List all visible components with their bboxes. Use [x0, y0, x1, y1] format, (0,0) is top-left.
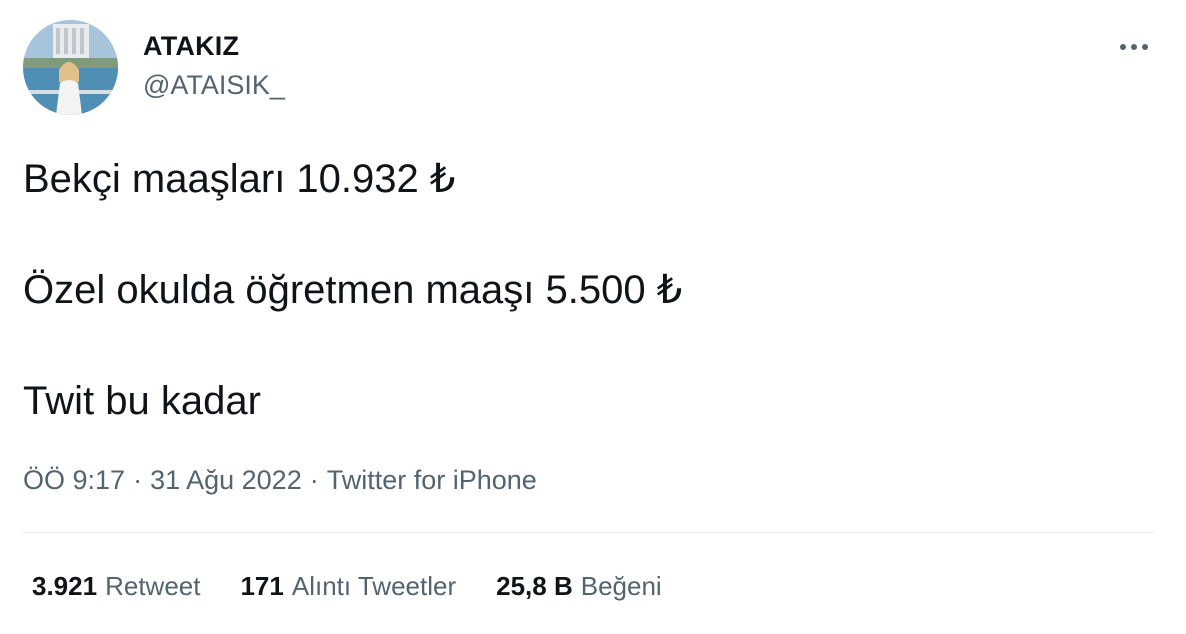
quotes-stat[interactable]: 171 Alıntı Tweetler [240, 571, 456, 602]
tweet-source-link[interactable]: Twitter for iPhone [327, 465, 537, 495]
likes-count: 25,8 B [496, 571, 573, 601]
tweet-text-line: Özel okulda öğretmen maaşı 5.500 ₺ [23, 268, 683, 312]
retweets-label: Retweet [105, 571, 201, 601]
more-options-button[interactable] [1114, 30, 1154, 64]
display-name[interactable]: ATAKIZ [143, 31, 239, 62]
retweets-count: 3.921 [32, 571, 98, 601]
divider [23, 532, 1154, 533]
tweet-stats: 3.921 Retweet 171 Alıntı Tweetler 25,8 B Be… [32, 571, 662, 602]
meta-separator: · [133, 465, 143, 495]
quotes-count: 171 [240, 571, 284, 601]
more-icon [1120, 44, 1148, 50]
profile-photo [23, 20, 118, 115]
quotes-label: Alıntı Tweetler [291, 571, 457, 601]
user-handle[interactable]: @ATAISIK_ [143, 70, 285, 101]
avatar[interactable] [23, 20, 118, 115]
retweets-stat[interactable]: 3.921 Retweet [32, 571, 200, 602]
likes-stat[interactable]: 25,8 B Beğeni [496, 571, 662, 602]
likes-label: Beğeni [580, 571, 662, 601]
tweet-card: ATAKIZ @ATAISIK_ Bekçi maaşları 10.932 ₺… [0, 0, 1186, 634]
meta-separator: · [309, 465, 319, 495]
tweet-date[interactable]: 31 Ağu 2022 [150, 465, 302, 495]
tweet-time[interactable]: ÖÖ 9:17 [23, 465, 125, 495]
tweet-meta: ÖÖ 9:17 · 31 Ağu 2022 · Twitter for iPhone [23, 465, 537, 496]
tweet-text-line: Twit bu kadar [23, 379, 261, 423]
tweet-text-line: Bekçi maaşları 10.932 ₺ [23, 157, 456, 201]
